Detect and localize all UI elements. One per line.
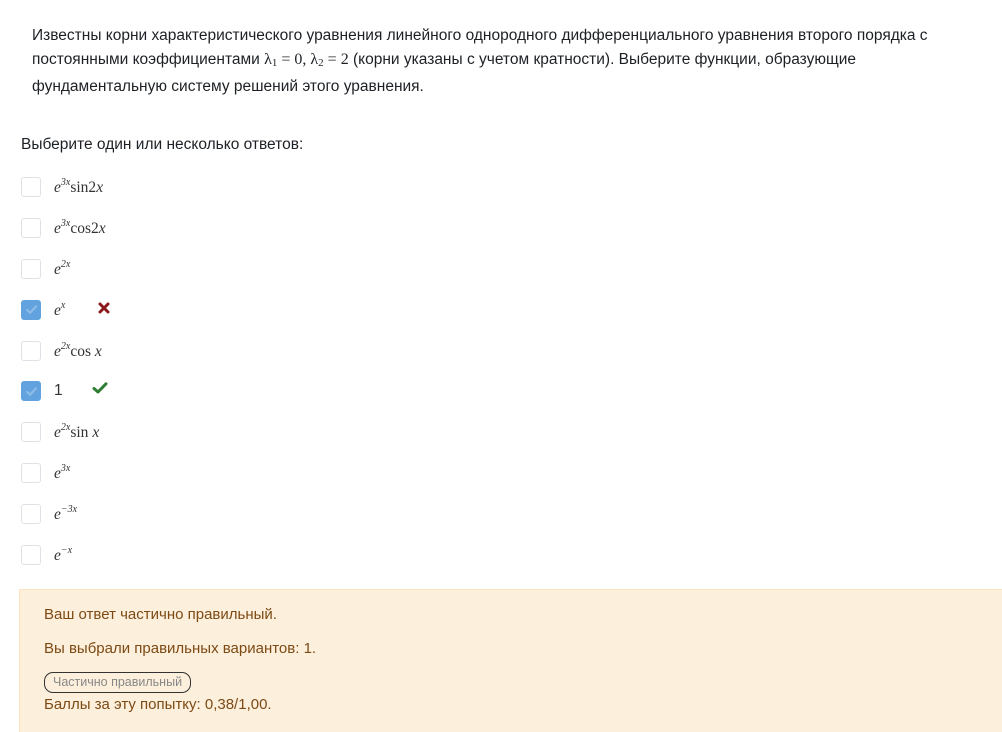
answer-label: e−x <box>54 545 72 565</box>
answer-option-8[interactable]: e3x <box>21 453 106 494</box>
checkmark-icon <box>25 305 37 315</box>
answer-option-1[interactable]: e3xsin2x <box>21 167 106 208</box>
feedback-status: Ваш ответ частично правильный. <box>44 606 277 623</box>
answer-checkbox[interactable] <box>21 218 41 239</box>
answer-label: e2xcos x <box>54 341 102 361</box>
answer-option-7[interactable]: e2xsin x <box>21 412 106 453</box>
answer-label: e2xsin x <box>54 422 99 442</box>
answer-label: e3x <box>54 463 70 483</box>
answer-option-10[interactable]: e−x <box>21 534 106 575</box>
answer-label: 1 <box>54 382 63 400</box>
answer-checkbox[interactable] <box>21 503 41 524</box>
answer-base: e <box>54 424 61 442</box>
answer-list: e3xsin2x e3xcos2x e2x ex e2xcos x 1 e2xsin x e3… <box>21 167 110 575</box>
answer-exponent: −x <box>60 544 73 556</box>
answer-base: e <box>54 220 61 238</box>
answer-function: cos <box>70 342 95 360</box>
answer-exponent: −3x <box>60 503 78 515</box>
answer-checkbox[interactable] <box>21 462 41 483</box>
answer-exponent: 3x <box>60 177 71 189</box>
answer-checkbox[interactable] <box>21 422 41 443</box>
feedback-detail: Вы выбрали правильных вариантов: 1. <box>44 640 317 657</box>
answer-exponent: x <box>60 299 66 311</box>
answer-exponent: 3x <box>60 462 71 474</box>
correct-icon <box>92 381 108 395</box>
answer-exponent: 2x <box>60 340 71 352</box>
answer-option-4[interactable]: ex <box>21 289 110 330</box>
answer-checkbox[interactable] <box>21 299 41 320</box>
roots-formula: λ1 = 0, λ2 = 2 <box>264 51 349 69</box>
answer-option-2[interactable]: e3xcos2x <box>21 208 106 249</box>
answer-exponent: 2x <box>60 258 71 270</box>
answer-option-3[interactable]: e2x <box>21 249 106 290</box>
answer-variable: x <box>94 342 102 360</box>
answer-option-9[interactable]: e−3x <box>21 493 106 534</box>
answer-label: e3xcos2x <box>54 218 106 238</box>
feedback-panel: Ваш ответ частично правильный. Вы выбрал… <box>19 589 1002 732</box>
question-text: Известны корни характеристического уравн… <box>32 24 982 99</box>
score-text: Баллы за эту попытку: 0,38/1,00. <box>44 696 272 713</box>
answer-base: e <box>54 260 61 278</box>
answer-prompt: Выберите один или несколько ответов: <box>21 136 304 153</box>
answer-base: e <box>54 179 61 197</box>
answer-exponent: 2x <box>60 422 71 434</box>
answer-text: 1 <box>54 382 63 400</box>
answer-checkbox[interactable] <box>21 258 41 279</box>
incorrect-icon <box>97 301 111 315</box>
answer-variable: x <box>92 424 100 442</box>
checkmark-icon <box>25 387 37 396</box>
answer-checkbox[interactable] <box>21 381 41 402</box>
answer-base: e <box>54 464 61 482</box>
answer-base: e <box>54 342 61 360</box>
answer-checkbox[interactable] <box>21 544 41 565</box>
answer-base: e <box>54 301 61 319</box>
answer-label: e3xsin2x <box>54 177 103 197</box>
answer-base: e <box>54 546 61 564</box>
answer-function: cos2 <box>70 220 99 238</box>
answer-label: e2x <box>54 259 70 279</box>
answer-function: sin <box>70 424 93 442</box>
answer-label: ex <box>54 300 65 320</box>
answer-variable: x <box>96 179 104 197</box>
answer-checkbox[interactable] <box>21 340 41 361</box>
answer-variable: x <box>98 220 106 238</box>
answer-checkbox[interactable] <box>21 177 41 198</box>
answer-option-6[interactable]: 1 <box>21 371 108 412</box>
answer-base: e <box>54 505 61 523</box>
answer-label: e−3x <box>54 504 77 524</box>
answer-exponent: 3x <box>60 218 71 230</box>
answer-option-5[interactable]: e2xcos x <box>21 330 106 371</box>
answer-function: sin2 <box>70 179 97 197</box>
status-badge: Частично правильный <box>44 672 192 693</box>
